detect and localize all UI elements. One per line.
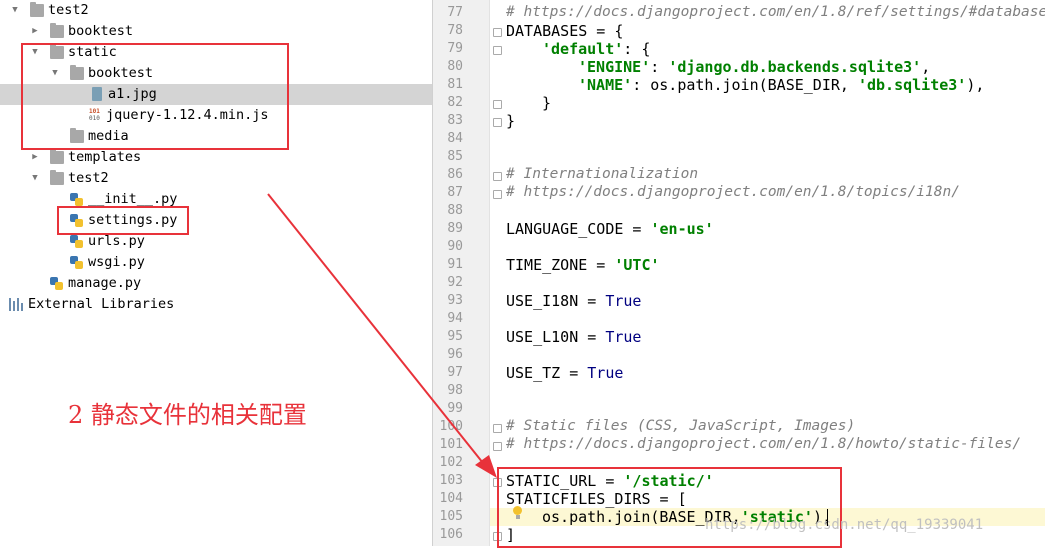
line-number: 97 [447,365,463,380]
line-number: 95 [447,329,463,344]
tree-item-label: templates [68,149,142,165]
chevron-right-icon[interactable]: ▶ [30,147,40,168]
python-file-icon [70,235,83,248]
library-icon [9,298,23,311]
line-number: 79 [447,41,463,56]
chevron-down-icon[interactable]: ▼ [30,168,40,189]
line-number: 91 [447,257,463,272]
python-file-icon [70,256,83,269]
line-number: 92 [447,275,463,290]
line-number: 84 [447,131,463,146]
line-number: 98 [447,383,463,398]
code-line: # Internationalization [506,166,699,182]
tree-item-label: booktest [68,23,134,39]
fold-marker-icon[interactable] [493,172,502,181]
line-number: 94 [447,311,463,326]
fold-marker-icon[interactable] [493,442,502,451]
line-number: 104 [439,491,463,506]
highlight-box-static-config [497,467,842,548]
chevron-down-icon[interactable]: ▼ [10,0,20,21]
chevron-right-icon[interactable]: ▶ [30,21,40,42]
line-number: 88 [447,203,463,218]
tree-item-booktest[interactable]: ▶ booktest [0,21,432,42]
code-line: } [542,94,552,112]
code-line: LANGUAGE_CODE = 'en-us' [506,220,714,238]
tree-item-manage-py[interactable]: manage.py [0,273,432,294]
code-line: 'ENGINE': 'django.db.backends.sqlite3', [578,58,931,76]
code-line: USE_TZ = True [506,364,624,382]
tree-item-wsgi-py[interactable]: wsgi.py [0,252,432,273]
code-line: 'NAME': os.path.join(BASE_DIR, 'db.sqlit… [578,76,985,94]
tree-item-templates[interactable]: ▶ templates [0,147,432,168]
line-number: 83 [447,113,463,128]
code-line: TIME_ZONE = 'UTC' [506,256,660,274]
fold-marker-icon[interactable] [493,424,502,433]
code-line: USE_I18N = True [506,292,642,310]
tree-item-label: manage.py [68,275,142,291]
tree-item-label: test2 [68,170,109,186]
line-gutter: 77 78 79 80 81 82 83 84 85 86 87 88 89 90 91 92 93 94 95 96… [433,0,490,546]
fold-marker-icon[interactable] [493,28,502,37]
line-number: 101 [439,437,463,452]
tree-item-label: test2 [48,2,89,18]
line-number: 87 [447,185,463,200]
line-number: 89 [447,221,463,236]
folder-icon [50,170,64,185]
python-file-icon [50,277,63,290]
folder-icon [30,2,44,17]
annotation-label: 2 静态文件的相关配置 [68,401,307,429]
code-editor[interactable]: 77 78 79 80 81 82 83 84 85 86 87 88 89 90 91 92 93 94 95 96… [432,0,1045,546]
line-number: 96 [447,347,463,362]
python-file-icon [70,193,83,206]
code-line: 'default': { [542,40,651,58]
code-line: DATABASES = { [506,22,624,40]
tree-item-test2-root[interactable]: ▼ test2 [0,0,432,21]
code-line: # https://docs.djangoproject.com/en/1.8/… [506,184,960,200]
line-number: 82 [447,95,463,110]
folder-icon [50,149,64,164]
line-number: 93 [447,293,463,308]
line-number: 90 [447,239,463,254]
line-number: 85 [447,149,463,164]
line-number: 105 [439,509,463,524]
line-number: 106 [439,527,463,542]
fold-marker-icon[interactable] [493,118,502,127]
line-number: 100 [439,419,463,434]
code-line: USE_L10N = True [506,328,642,346]
line-number: 77 [447,5,463,20]
line-number: 78 [447,23,463,38]
watermark: https://blog.csdn.net/qq_19339041 [705,517,984,533]
code-line: # https://docs.djangoproject.com/en/1.8/… [506,4,1045,20]
line-number: 81 [447,77,463,92]
code-line: # Static files (CSS, JavaScript, Images) [506,418,856,434]
highlight-box-settings [57,206,189,235]
folder-icon [50,23,64,38]
line-number: 99 [447,401,463,416]
tree-item-test2-package[interactable]: ▼ test2 [0,168,432,189]
text-caret [827,509,828,526]
highlight-box-static-folder [21,43,289,150]
tree-item-label: wsgi.py [88,254,145,270]
line-number: 86 [447,167,463,182]
line-number: 80 [447,59,463,74]
line-number: 103 [439,473,463,488]
line-number: 102 [439,455,463,470]
fold-marker-icon[interactable] [493,100,502,109]
code-line: } [506,112,516,130]
fold-marker-icon[interactable] [493,190,502,199]
code-line: # https://docs.djangoproject.com/en/1.8/… [506,436,1022,452]
tree-item-label: External Libraries [28,296,175,312]
tree-item-external-libraries[interactable]: External Libraries [0,294,432,315]
fold-marker-icon[interactable] [493,46,502,55]
